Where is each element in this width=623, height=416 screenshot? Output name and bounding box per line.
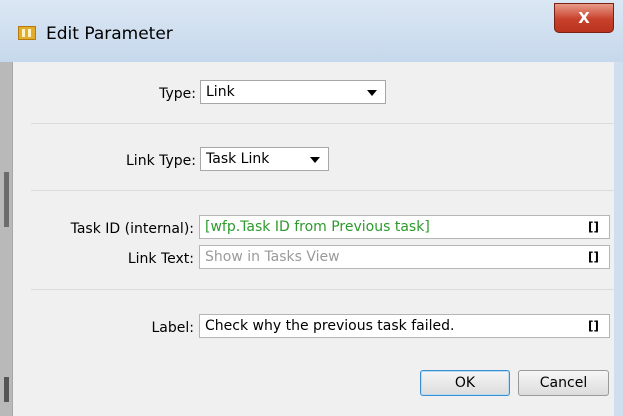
chevron-down-icon xyxy=(367,90,377,96)
ok-button[interactable]: OK xyxy=(420,370,510,396)
frame-handle-bottom xyxy=(4,377,9,402)
link-text-placeholder: Show in Tasks View xyxy=(205,249,340,265)
separator xyxy=(31,123,614,124)
window-title: Edit Parameter xyxy=(46,24,173,44)
link-type-label: Link Type: xyxy=(126,153,196,169)
frame-handle-top xyxy=(4,172,9,227)
window-icon xyxy=(18,26,36,40)
label-label: Label: xyxy=(151,320,195,336)
chevron-down-icon xyxy=(310,157,320,163)
field-menu-icon[interactable]: [] xyxy=(588,216,599,238)
link-type-select-value: Task Link xyxy=(206,151,270,167)
label-field[interactable]: Check why the previous task failed. [] xyxy=(199,314,610,338)
field-menu-icon[interactable]: [] xyxy=(588,315,599,337)
edit-parameter-dialog: Edit Parameter X Type: Link Link Type: T… xyxy=(0,0,623,416)
link-text-label: Link Text: xyxy=(127,251,194,267)
label-value: Check why the previous task failed. xyxy=(205,318,455,334)
type-select[interactable]: Link xyxy=(200,80,386,104)
dialog-content: Type: Link Link Type: Task Link Task ID … xyxy=(12,62,614,416)
task-id-label: Task ID (internal): xyxy=(70,221,194,237)
title-bar[interactable]: Edit Parameter X xyxy=(0,0,623,62)
field-menu-icon[interactable]: [] xyxy=(588,246,599,268)
separator xyxy=(31,289,614,290)
link-text-field[interactable]: Show in Tasks View [] xyxy=(199,245,610,269)
cancel-button[interactable]: Cancel xyxy=(518,370,609,396)
left-frame-strip xyxy=(0,62,12,416)
task-id-field[interactable]: [wfp.Task ID from Previous task] [] xyxy=(199,215,610,239)
close-button[interactable]: X xyxy=(554,3,614,33)
separator xyxy=(31,190,614,191)
link-type-select[interactable]: Task Link xyxy=(200,147,329,171)
right-frame xyxy=(613,62,623,416)
type-label: Type: xyxy=(159,86,196,102)
task-id-value: [wfp.Task ID from Previous task] xyxy=(205,219,430,235)
type-select-value: Link xyxy=(206,84,235,100)
